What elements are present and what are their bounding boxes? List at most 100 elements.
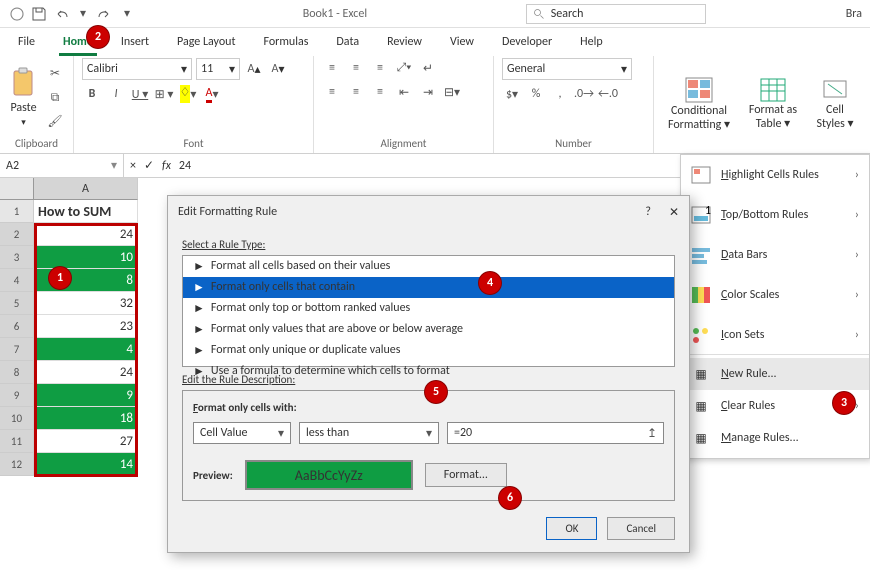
font-color-icon[interactable]: A▾	[202, 84, 222, 104]
cell[interactable]: 24	[34, 223, 138, 246]
align-right-icon[interactable]: ≡	[370, 82, 390, 102]
undo-icon[interactable]	[52, 5, 70, 23]
decrease-indent-icon[interactable]: ⇤	[394, 82, 414, 102]
copy-icon[interactable]: ⧉	[45, 88, 65, 108]
help-icon[interactable]: ?	[645, 205, 651, 220]
menu-insert[interactable]: Insert	[107, 29, 163, 55]
rule-type-option[interactable]: ►Format only top or bottom ranked values	[183, 298, 674, 319]
format-as-table-button[interactable]: Format as Table ▾	[742, 70, 804, 140]
conditional-formatting-button[interactable]: Conditional Formatting ▾	[662, 70, 736, 140]
fx-icon[interactable]: fx	[162, 159, 171, 173]
increase-decimal-icon[interactable]: .0→	[574, 84, 594, 104]
ok-button[interactable]: OK	[546, 517, 597, 540]
menu-developer[interactable]: Developer	[488, 29, 566, 55]
merge-icon[interactable]: ⊟▾	[442, 82, 462, 102]
currency-icon[interactable]: $▾	[502, 84, 522, 104]
rule-type-option[interactable]: ►Format only cells that contain	[183, 277, 674, 298]
rule-type-list[interactable]: ►Format all cells based on their values►…	[182, 255, 675, 367]
decrease-decimal-icon[interactable]: ←.0	[598, 84, 618, 104]
cell[interactable]: 24	[34, 361, 138, 384]
row-header[interactable]: 3	[0, 246, 34, 269]
row-header[interactable]: 8	[0, 361, 34, 384]
cell[interactable]: 10	[34, 246, 138, 269]
menu-data[interactable]: Data	[322, 29, 373, 55]
row-header[interactable]: 1	[0, 200, 34, 223]
align-middle-icon[interactable]: ≡	[346, 58, 366, 78]
row-header[interactable]: 11	[0, 430, 34, 453]
align-center-icon[interactable]: ≡	[346, 82, 366, 102]
cancel-button[interactable]: Cancel	[607, 517, 675, 540]
formula-input[interactable]: 24	[179, 159, 191, 173]
align-left-icon[interactable]: ≡	[322, 82, 342, 102]
cell[interactable]: 27	[34, 430, 138, 453]
font-size-combo[interactable]: 11▾	[196, 58, 240, 80]
qat-dropdown-icon[interactable]: ▾	[118, 5, 136, 23]
menu-page-layout[interactable]: Page Layout	[163, 29, 249, 55]
italic-button[interactable]: I	[106, 84, 126, 104]
font-name-combo[interactable]: Calibri▾	[82, 58, 192, 80]
select-all-corner[interactable]	[0, 178, 34, 200]
cf-item-hcr[interactable]: Highlight Cells Rules›	[681, 159, 869, 191]
cell[interactable]: 14	[34, 453, 138, 476]
cf-item-new-rule---[interactable]: ▦New Rule...	[681, 358, 869, 390]
row-header[interactable]: 10	[0, 407, 34, 430]
name-box[interactable]: A2▾	[0, 154, 124, 177]
close-icon[interactable]: ✕	[669, 205, 679, 220]
row-header[interactable]: 4	[0, 269, 34, 292]
percent-icon[interactable]: %	[526, 84, 546, 104]
cell[interactable]: 32	[34, 292, 138, 315]
underline-button[interactable]: U ▾	[130, 84, 150, 104]
column-header-a[interactable]: A	[34, 178, 138, 200]
user-label[interactable]: Bra	[846, 7, 870, 21]
menu-file[interactable]: File	[4, 29, 49, 55]
cell[interactable]: 18	[34, 407, 138, 430]
cell[interactable]: 23	[34, 315, 138, 338]
increase-font-icon[interactable]: A▴	[244, 59, 264, 79]
comma-icon[interactable]: ,	[550, 84, 570, 104]
range-picker-icon[interactable]: ↥	[647, 426, 657, 441]
wrap-text-icon[interactable]: ↵	[418, 58, 438, 78]
cf-item-db[interactable]: Data Bars›	[681, 239, 869, 271]
format-button[interactable]: Format...	[425, 463, 507, 487]
fill-color-icon[interactable]: ♢▾	[178, 84, 198, 104]
row-header[interactable]: 12	[0, 453, 34, 476]
border-icon[interactable]: ⊞ ▾	[154, 84, 174, 104]
decrease-font-icon[interactable]: A▾	[268, 59, 288, 79]
align-bottom-icon[interactable]: ≡	[370, 58, 390, 78]
menu-help[interactable]: Help	[566, 29, 617, 55]
redo-icon[interactable]: ▾	[74, 5, 92, 23]
number-format-combo[interactable]: General▾	[502, 58, 632, 80]
cell[interactable]: 9	[34, 384, 138, 407]
rule-type-option[interactable]: ►Format only values that are above or be…	[183, 319, 674, 340]
operator-combo[interactable]: less than▾	[299, 422, 439, 444]
menu-view[interactable]: View	[436, 29, 488, 55]
cf-item-cs[interactable]: Color Scales›	[681, 279, 869, 311]
value-input[interactable]: =20↥	[447, 422, 664, 444]
format-painter-icon[interactable]: 🖌	[45, 112, 65, 132]
bold-button[interactable]: B	[82, 84, 102, 104]
row-header[interactable]: 2	[0, 223, 34, 246]
cell[interactable]: 4	[34, 338, 138, 361]
cancel-formula-icon[interactable]: ×	[130, 159, 136, 173]
autosave-icon[interactable]	[8, 5, 26, 23]
row-header[interactable]: 7	[0, 338, 34, 361]
paste-button[interactable]: Paste ▾	[8, 63, 39, 133]
cf-item-is[interactable]: Icon Sets›	[681, 319, 869, 351]
align-top-icon[interactable]: ≡	[322, 58, 342, 78]
rule-type-option[interactable]: ►Format all cells based on their values	[183, 256, 674, 277]
increase-indent-icon[interactable]: ⇥	[418, 82, 438, 102]
orientation-icon[interactable]: ⤢▾	[394, 58, 414, 78]
repeat-icon[interactable]	[96, 5, 114, 23]
cell[interactable]: How to SUM	[34, 200, 138, 223]
cf-item-manage-rules---[interactable]: ▦Manage Rules...	[681, 422, 869, 454]
rule-type-option[interactable]: ►Format only unique or duplicate values	[183, 340, 674, 361]
cf-item-tbr[interactable]: 10Top/Bottom Rules›	[681, 199, 869, 231]
cell-value-combo[interactable]: Cell Value▾	[193, 422, 291, 444]
menu-formulas[interactable]: Formulas	[249, 29, 322, 55]
enter-formula-icon[interactable]: ✓	[144, 158, 154, 173]
row-header[interactable]: 9	[0, 384, 34, 407]
row-header[interactable]: 6	[0, 315, 34, 338]
row-header[interactable]: 5	[0, 292, 34, 315]
cell-styles-button[interactable]: Cell Styles ▾	[810, 70, 860, 140]
cut-icon[interactable]: ✂	[45, 64, 65, 84]
